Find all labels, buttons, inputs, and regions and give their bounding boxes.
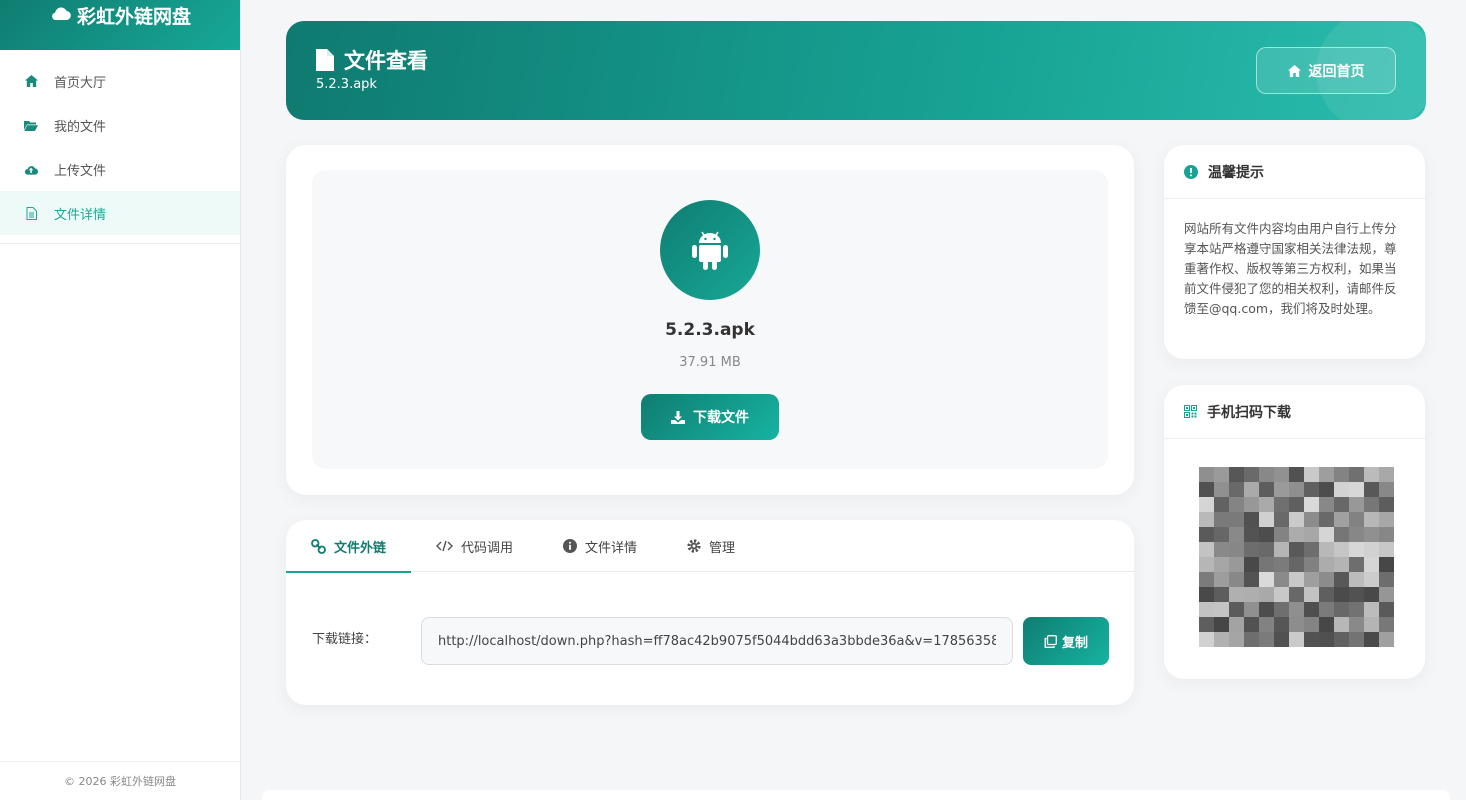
- sidebar-item-my-files[interactable]: 我的文件: [0, 103, 240, 147]
- copy-icon: [1044, 634, 1057, 648]
- file-name: 5.2.3.apk: [665, 320, 755, 340]
- home-icon: [1287, 64, 1301, 77]
- tab-bar: 文件外链 代码调用 文件详情 管理: [286, 520, 1134, 573]
- tab-label: 管理: [709, 540, 736, 556]
- sidebar-item-upload[interactable]: 上传文件: [0, 147, 240, 191]
- tab-file-details[interactable]: 文件详情: [538, 520, 662, 572]
- cloud-icon: [52, 7, 71, 21]
- sidebar-footer: © 2026 彩虹外链网盘: [0, 761, 240, 800]
- qr-title: 手机扫码下载: [1207, 404, 1291, 421]
- brand[interactable]: 彩虹外链网盘: [0, 0, 240, 50]
- sidebar-item-label: 我的文件: [54, 119, 107, 135]
- file-tabs-card: 文件外链 代码调用 文件详情 管理 下载链接： 复制: [286, 520, 1134, 705]
- back-home-label: 返回首页: [1308, 63, 1365, 80]
- page-title-text: 文件查看: [344, 49, 428, 73]
- tab-label: 文件详情: [585, 540, 638, 556]
- file-card: 5.2.3.apk 37.91 MB 下载文件: [286, 145, 1134, 495]
- file-preview: 5.2.3.apk 37.91 MB 下载文件: [312, 170, 1108, 469]
- tip-card: 温馨提示 网站所有文件内容均由用户自行上传分享本站严格遵守国家相关法律法规，尊重…: [1164, 145, 1425, 359]
- tip-title: 温馨提示: [1208, 164, 1264, 181]
- qrcode-icon: [1184, 405, 1197, 418]
- tab-label: 文件外链: [334, 540, 387, 556]
- cloud-upload-icon: [24, 162, 38, 176]
- back-home-button[interactable]: 返回首页: [1256, 47, 1396, 94]
- download-link-input[interactable]: [421, 617, 1013, 665]
- tab-external-link[interactable]: 文件外链: [286, 520, 412, 573]
- tab-label: 代码调用: [461, 540, 514, 556]
- sidebar-item-label: 文件详情: [54, 207, 107, 223]
- footer-strip: [262, 790, 1450, 800]
- sidebar-nav: 首页大厅 我的文件 上传文件 文件详情: [0, 50, 240, 244]
- qr-card: 手机扫码下载: [1164, 385, 1425, 679]
- sidebar-item-home[interactable]: 首页大厅: [0, 59, 240, 103]
- file-icon: [316, 49, 334, 71]
- brand-name: 彩虹外链网盘: [76, 6, 191, 28]
- folder-open-icon: [24, 118, 38, 132]
- code-icon: [436, 540, 454, 552]
- download-label: 下载文件: [693, 410, 749, 426]
- copy-label: 复制: [1061, 635, 1088, 651]
- sidebar: 彩虹外链网盘 首页大厅 我的文件 上传文件 文件详情 © 2026 彩虹外链网盘: [0, 0, 241, 800]
- home-icon: [24, 74, 38, 88]
- android-icon: [692, 231, 728, 270]
- download-button[interactable]: 下载文件: [641, 394, 779, 440]
- copy-button[interactable]: 复制: [1023, 617, 1109, 665]
- page-title: 文件查看: [316, 45, 428, 75]
- sidebar-item-label: 首页大厅: [54, 75, 107, 91]
- sidebar-item-label: 上传文件: [54, 163, 107, 179]
- tip-header: 温馨提示: [1164, 145, 1425, 199]
- file-text-icon: [24, 206, 38, 220]
- link-icon: [311, 538, 326, 554]
- page-header: 文件查看 5.2.3.apk 返回首页: [286, 21, 1426, 120]
- gear-icon: [687, 539, 701, 553]
- qr-header: 手机扫码下载: [1164, 385, 1425, 439]
- download-icon: [671, 410, 685, 424]
- alert-circle-icon: [1184, 164, 1198, 179]
- tab-manage[interactable]: 管理: [662, 520, 760, 572]
- tip-text: 网站所有文件内容均由用户自行上传分享本站严格遵守国家相关法律法规，尊重著作权、版…: [1184, 221, 1397, 316]
- file-size: 37.91 MB: [679, 355, 741, 370]
- tab-code[interactable]: 代码调用: [411, 520, 538, 572]
- sidebar-item-file-details[interactable]: 文件详情: [0, 191, 240, 235]
- page-subtitle: 5.2.3.apk: [316, 77, 377, 92]
- download-link-label: 下载链接：: [312, 632, 378, 647]
- info-circle-icon: [563, 539, 578, 553]
- file-type-badge: [660, 200, 760, 300]
- qr-code-image: [1199, 467, 1394, 647]
